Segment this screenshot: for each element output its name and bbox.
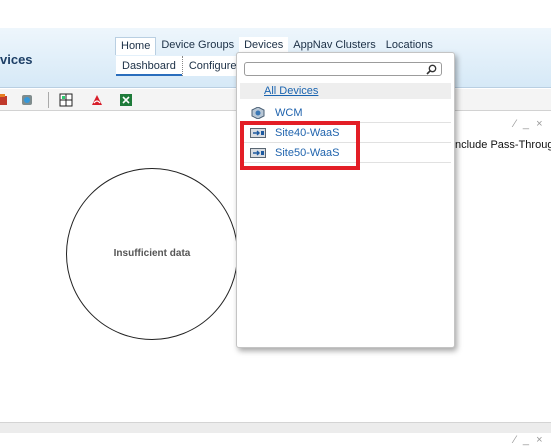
- toolbar-divider: [48, 92, 49, 108]
- search-icon[interactable]: [426, 64, 437, 75]
- subtab-configure[interactable]: Configure: [183, 56, 243, 76]
- refresh-icon[interactable]: [20, 93, 34, 107]
- device-search-box: [244, 62, 442, 76]
- pdf-icon[interactable]: [90, 93, 104, 107]
- excel-icon[interactable]: [119, 93, 133, 107]
- all-devices-link[interactable]: All Devices: [264, 85, 318, 97]
- app-title: vices: [0, 52, 33, 67]
- chart-message: Insufficient data: [113, 248, 191, 259]
- all-devices-row[interactable]: All Devices: [240, 83, 451, 99]
- tab-home[interactable]: Home: [115, 37, 157, 55]
- devices-dropdown: All Devices WCM Site40-WaaS Site50-WaaS: [236, 52, 455, 348]
- highlight-annotation: [240, 121, 360, 170]
- panel-window-controls[interactable]: ⁄ _ ×: [514, 118, 545, 130]
- include-pass-through-label: nclude Pass-Through: [455, 139, 551, 151]
- device-item-label: WCM: [275, 107, 303, 119]
- bottom-panel-window-controls[interactable]: ⁄ _ ×: [514, 434, 545, 446]
- wcm-device-icon: [251, 107, 265, 119]
- tab-device-groups[interactable]: Device Groups: [156, 37, 239, 55]
- pie-chart-empty: Insufficient data: [66, 168, 238, 340]
- subtab-dashboard[interactable]: Dashboard: [116, 56, 182, 76]
- device-search-input[interactable]: [245, 63, 415, 76]
- grid-view-icon[interactable]: [59, 93, 73, 107]
- panel-divider: [0, 422, 551, 433]
- device-item-wcm[interactable]: WCM: [240, 103, 451, 123]
- report-icon[interactable]: [0, 93, 8, 107]
- sub-nav: Dashboard Configure: [116, 56, 243, 76]
